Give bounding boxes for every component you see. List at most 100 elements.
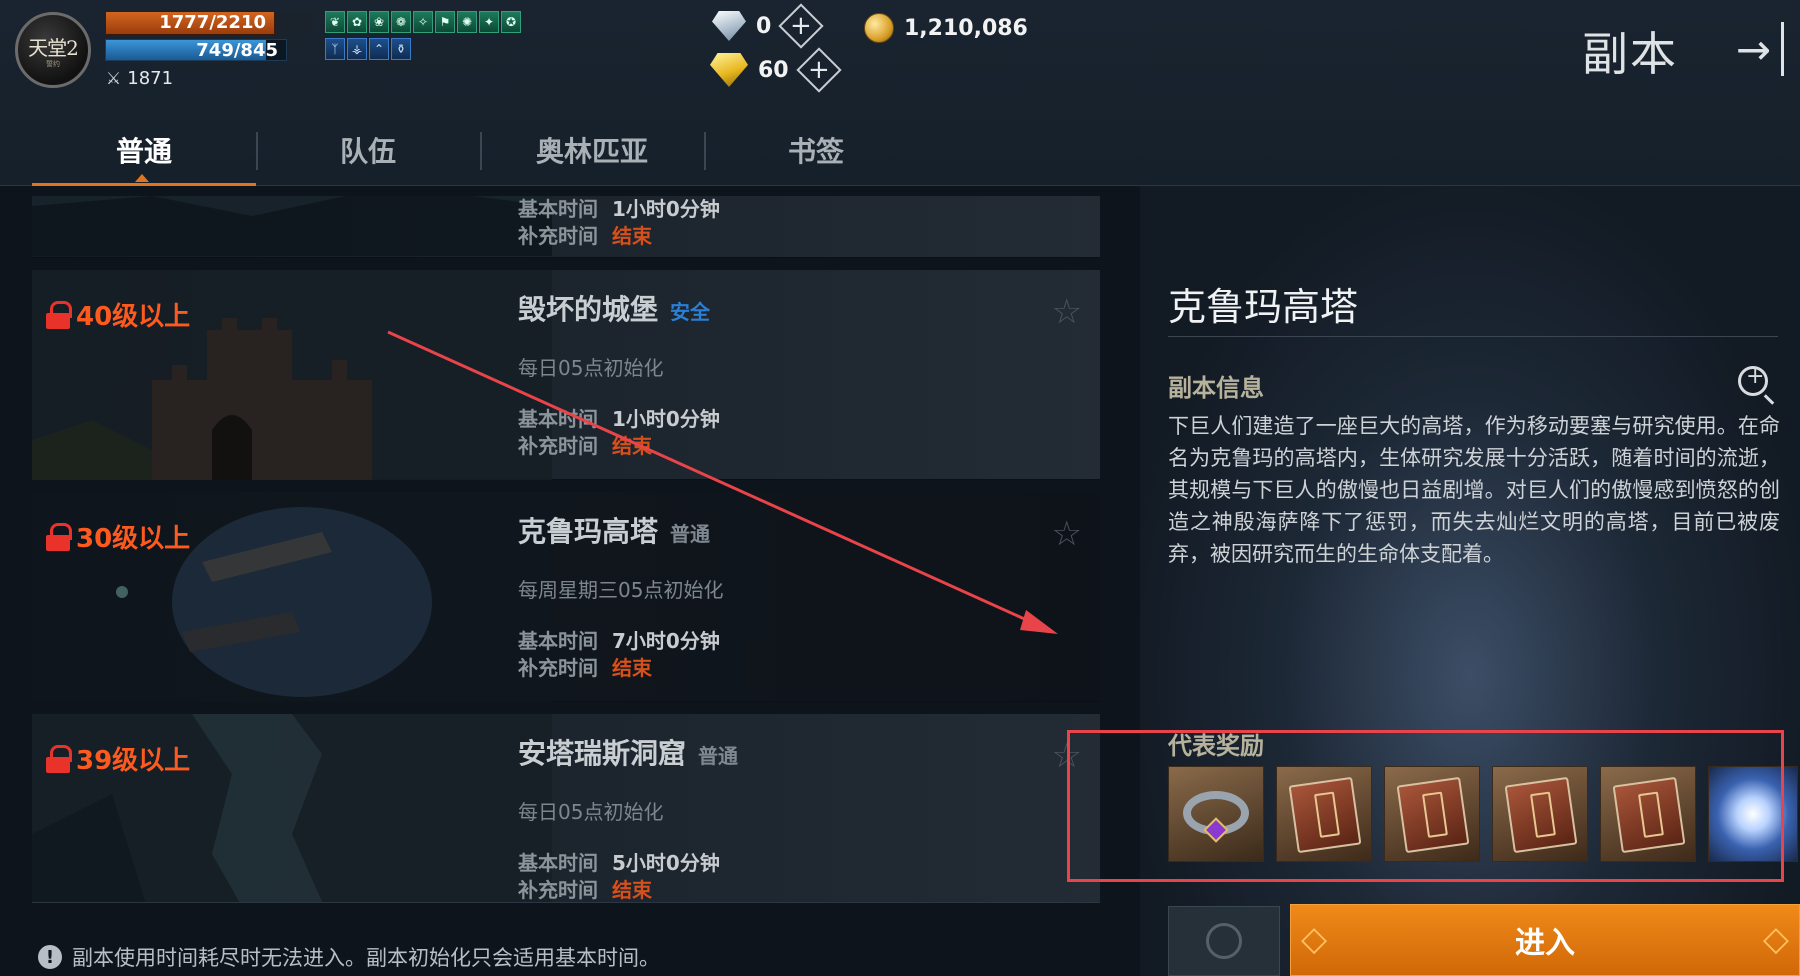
dungeon-tag: 安全 bbox=[670, 300, 711, 324]
base-time-value: 5小时0分钟 bbox=[612, 851, 720, 875]
dungeon-list[interactable]: 基本时间 1小时0分钟 补充时间 结束 40级以上 毁坏的城堡 安全 每日05点初始… bbox=[32, 196, 1100, 902]
dungeon-card[interactable]: 40级以上 毁坏的城堡 安全 每日05点初始化 基本时间 1小时0分钟 补充时间结… bbox=[32, 270, 1100, 480]
combat-power: ⚔ 1871 bbox=[106, 68, 173, 89]
dungeon-name: 安塔瑞斯洞窟 bbox=[518, 737, 687, 770]
add-diamond-button[interactable]: + bbox=[778, 3, 824, 49]
mp-bar: 749/845 bbox=[105, 39, 287, 61]
exit-arrow-icon: → bbox=[1735, 24, 1772, 74]
dungeon-reset: 每周星期三05点初始化 bbox=[518, 578, 724, 602]
base-time-label: 基本时间 bbox=[518, 629, 598, 653]
detail-divider bbox=[1168, 336, 1778, 337]
exit-button[interactable]: → bbox=[1726, 22, 1784, 76]
dungeon-times: 基本时间 1小时0分钟 补充时间 结束 bbox=[518, 406, 720, 460]
enter-button[interactable]: 进入 bbox=[1290, 904, 1800, 976]
extra-time-value: 结束 bbox=[612, 656, 652, 680]
tab-bar: 普通 队伍 奥林匹亚 书签 bbox=[32, 118, 928, 186]
extra-time-value: 结束 bbox=[612, 434, 652, 458]
diamond-currency: 0 + bbox=[712, 3, 824, 49]
buff-icon[interactable]: ✪ bbox=[501, 11, 521, 33]
clock-icon bbox=[1206, 923, 1242, 959]
dungeon-tag: 普通 bbox=[698, 744, 739, 768]
buff-icon[interactable]: ✦ bbox=[479, 11, 499, 33]
dungeon-reset: 每日05点初始化 bbox=[518, 356, 664, 380]
info-heading: 副本信息 bbox=[1168, 374, 1264, 402]
combat-power-value: 1871 bbox=[127, 68, 174, 89]
dungeon-tag: 普通 bbox=[670, 522, 711, 546]
page-title: 副本 bbox=[1582, 27, 1678, 81]
dungeon-reset: 每日05点初始化 bbox=[518, 800, 664, 824]
top-bar: 天堂2 誓约 1777/2210 749/845 ⚔ 1871 ❦ ✿ ❀ ❁ … bbox=[0, 0, 1800, 186]
favorite-star-icon[interactable]: ☆ bbox=[1052, 514, 1082, 554]
dungeon-name: 克鲁玛高塔 bbox=[518, 515, 659, 548]
buff-icon[interactable]: ✿ bbox=[347, 11, 367, 33]
buff-icon[interactable]: ❦ bbox=[325, 11, 345, 33]
dungeon-name-row: 克鲁玛高塔 普通 bbox=[518, 510, 710, 550]
buff-row-1: ❦ ✿ ❀ ❁ ✧ ⚑ ✺ ✦ ✪ bbox=[325, 11, 521, 33]
dungeon-card-selected[interactable]: 30级以上 克鲁玛高塔 普通 每周星期三05点初始化 基本时间 7小时0分钟 补充… bbox=[32, 492, 1100, 702]
time-recharge-button[interactable] bbox=[1168, 906, 1280, 976]
dungeon-description: 下巨人们建造了一座巨大的高塔，作为移动要塞与研究使用。在命名为克鲁玛的高塔内，生… bbox=[1168, 414, 1780, 566]
extra-time-value: 结束 bbox=[612, 224, 652, 248]
dungeon-name-row: 毁坏的城堡 安全 bbox=[518, 288, 710, 328]
base-time-value: 1小时0分钟 bbox=[612, 407, 720, 431]
add-gold-gem-button[interactable]: + bbox=[795, 47, 842, 93]
detail-title: 克鲁玛高塔 bbox=[1168, 285, 1359, 329]
lock-icon bbox=[46, 300, 72, 329]
extra-time-label: 补充时间 bbox=[518, 656, 598, 680]
diamond-value: 0 bbox=[756, 13, 772, 39]
gold-gem-currency: 60 + bbox=[710, 47, 842, 93]
tab-normal[interactable]: 普通 bbox=[32, 118, 256, 186]
favorite-star-icon[interactable]: ☆ bbox=[1052, 292, 1082, 332]
lock-icon bbox=[46, 522, 72, 551]
level-requirement-text: 40级以上 bbox=[76, 302, 191, 332]
warning-icon: ! bbox=[38, 945, 62, 969]
buff-icon[interactable]: ⌃ bbox=[369, 38, 389, 60]
buff-icon[interactable]: ⚶ bbox=[347, 38, 367, 60]
buff-icon[interactable]: ⚱ bbox=[391, 38, 411, 60]
list-divider bbox=[32, 902, 1100, 903]
level-requirement-text: 39级以上 bbox=[76, 746, 191, 776]
notice-bar: ! 副本使用时间耗尽时无法进入。副本初始化只会适用基本时间。 bbox=[38, 942, 660, 972]
hp-bar-track bbox=[275, 11, 313, 35]
base-time-label: 基本时间 bbox=[518, 407, 598, 431]
extra-time-label: 补充时间 bbox=[518, 224, 598, 248]
base-time-value: 7小时0分钟 bbox=[612, 629, 720, 653]
level-requirement: 39级以上 bbox=[46, 740, 190, 777]
tab-olympiad[interactable]: 奥林匹亚 bbox=[480, 118, 704, 182]
dungeon-times: 基本时间 7小时0分钟 补充时间 结束 bbox=[518, 628, 720, 682]
base-time-label: 基本时间 bbox=[518, 851, 598, 875]
notice-text: 副本使用时间耗尽时无法进入。副本初始化只会适用基本时间。 bbox=[72, 946, 660, 970]
tab-party[interactable]: 队伍 bbox=[256, 118, 480, 182]
zoom-in-icon[interactable] bbox=[1738, 364, 1768, 396]
hp-bar: 1777/2210 bbox=[105, 11, 275, 35]
buff-icon[interactable]: ❀ bbox=[369, 11, 389, 33]
base-time-label: 基本时间 bbox=[518, 197, 598, 221]
dungeon-card[interactable]: 基本时间 1小时0分钟 补充时间 结束 bbox=[32, 196, 1100, 258]
dungeon-scene-image bbox=[32, 196, 552, 256]
game-logo-avatar[interactable]: 天堂2 誓约 bbox=[15, 12, 91, 88]
plus-icon: + bbox=[807, 54, 830, 85]
base-time-value: 1小时0分钟 bbox=[612, 197, 720, 221]
buff-row-2: ᛉ ⚶ ⌃ ⚱ bbox=[325, 38, 411, 60]
lock-icon bbox=[46, 744, 72, 773]
buff-icon[interactable]: ✺ bbox=[457, 11, 477, 33]
level-requirement: 30级以上 bbox=[46, 518, 190, 555]
level-requirement-text: 30级以上 bbox=[76, 524, 191, 554]
buff-icon[interactable]: ❁ bbox=[391, 11, 411, 33]
dungeon-times: 基本时间 1小时0分钟 补充时间 结束 bbox=[518, 196, 720, 250]
dungeon-name-row: 安塔瑞斯洞窟 普通 bbox=[518, 732, 738, 772]
gold-gem-icon bbox=[710, 53, 748, 87]
game-logo-subtext: 誓约 bbox=[46, 59, 60, 68]
game-logo-text: 天堂2 bbox=[28, 35, 79, 60]
tab-bookmark[interactable]: 书签 bbox=[704, 118, 928, 182]
dungeon-card[interactable]: 39级以上 安塔瑞斯洞窟 普通 每日05点初始化 基本时间 5小时0分钟 补充时间… bbox=[32, 714, 1100, 902]
diamond-icon bbox=[712, 11, 746, 41]
buff-icon[interactable]: ᛉ bbox=[325, 38, 345, 60]
buff-icon[interactable]: ✧ bbox=[413, 11, 433, 33]
dungeon-times: 基本时间 5小时0分钟 补充时间 结束 bbox=[518, 850, 720, 902]
level-requirement: 40级以上 bbox=[46, 296, 190, 333]
hp-value: 1777/2210 bbox=[159, 12, 266, 33]
gold-gem-value: 60 bbox=[758, 57, 789, 83]
plus-icon: + bbox=[790, 10, 813, 41]
buff-icon[interactable]: ⚑ bbox=[435, 11, 455, 33]
